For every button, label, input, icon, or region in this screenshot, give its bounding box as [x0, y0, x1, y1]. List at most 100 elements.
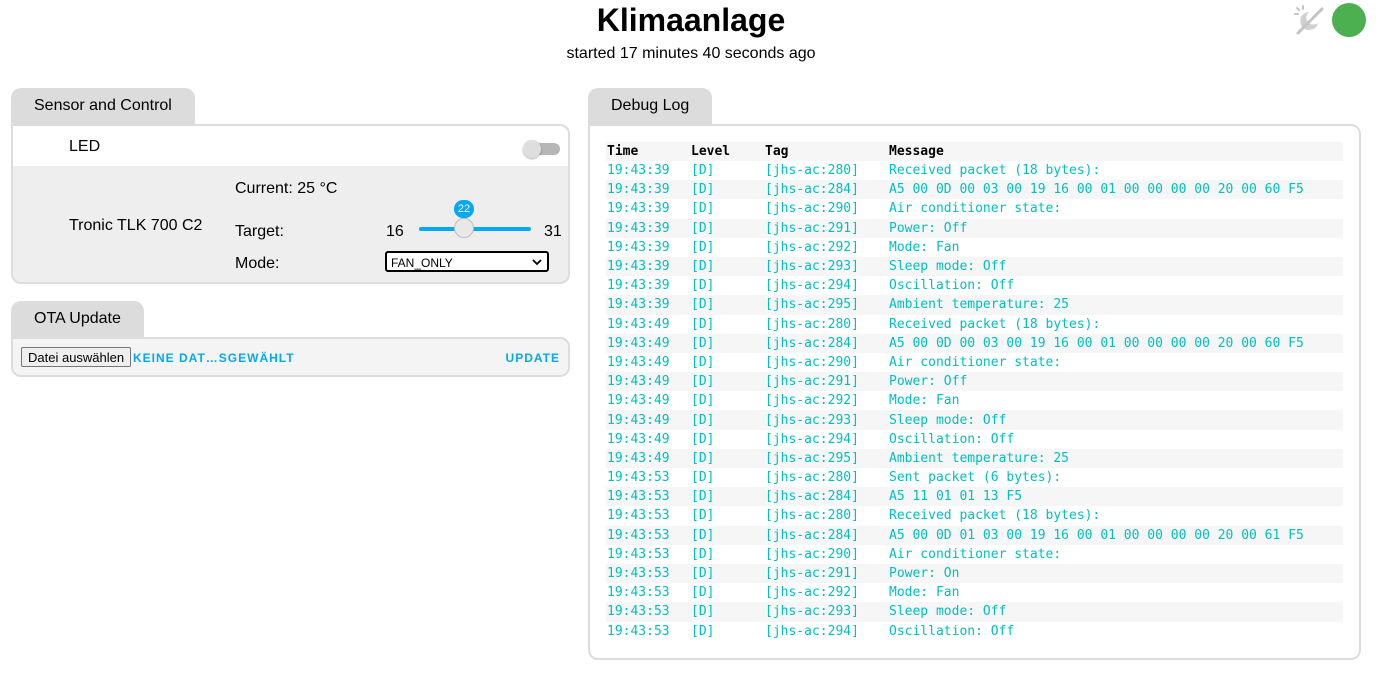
- log-level: [D]: [691, 220, 715, 236]
- tab-label: Sensor and Control: [34, 97, 172, 114]
- log-level: [D]: [691, 566, 715, 582]
- slider-min-label: 16: [386, 223, 404, 240]
- log-tag: [jhs-ac:290]: [765, 201, 859, 217]
- log-body: 19:43:39 [D] [jhs-ac:280] Received packet (…: [606, 161, 1343, 641]
- log-time: 19:43:53: [607, 604, 670, 620]
- log-tag: [jhs-ac:290]: [765, 354, 859, 370]
- log-row: 19:43:39 [D] [jhs-ac:284] A5 00 0D 00 03 00…: [606, 180, 1343, 200]
- log-message: Sleep mode: Off: [889, 412, 1007, 428]
- log-row: 19:43:53 [D] [jhs-ac:290] Air conditioner s…: [606, 545, 1343, 564]
- mode-select[interactable]: FAN_ONLY: [385, 251, 549, 272]
- log-row: 19:43:39 [D] [jhs-ac:280] Received packet (…: [606, 161, 1343, 180]
- log-tag: [jhs-ac:290]: [765, 546, 859, 562]
- log-message: A5 00 0D 01 03 00 19 16 00 01 00 00 00 0…: [889, 527, 1304, 543]
- log-time: 19:43:53: [607, 566, 670, 582]
- log-tag: [jhs-ac:294]: [765, 431, 859, 447]
- log-message: Oscillation: Off: [889, 623, 1015, 639]
- tab-debug-log: Debug Log: [588, 88, 713, 126]
- log-tag: [jhs-ac:295]: [765, 297, 859, 313]
- log-tag: [jhs-ac:293]: [765, 412, 859, 428]
- log-row: 19:43:53 [D] [jhs-ac:291] Power: On: [606, 563, 1343, 584]
- log-level: [D]: [691, 470, 715, 486]
- update-button[interactable]: UPDATE: [506, 351, 560, 365]
- log-message: Mode: Fan: [889, 239, 960, 255]
- log-tag: [jhs-ac:291]: [765, 566, 859, 582]
- log-tag: [jhs-ac:291]: [765, 374, 859, 390]
- log-header-row: Time Level Tag Message: [606, 142, 1343, 161]
- log-tag: [jhs-ac:284]: [765, 527, 859, 543]
- log-time: 19:43:53: [607, 527, 670, 543]
- log-row: 19:43:49 [D] [jhs-ac:290] Air conditioner s…: [606, 353, 1343, 372]
- log-row: 19:43:49 [D] [jhs-ac:295] Ambient temperatu…: [606, 448, 1343, 468]
- log-message: Ambient temperature: 25: [889, 297, 1070, 313]
- log-row: 19:43:49 [D] [jhs-ac:291] Power: Off: [606, 372, 1343, 392]
- log-message: Power: On: [889, 566, 960, 582]
- log-message: Mode: Fan: [889, 585, 960, 601]
- log-level: [D]: [691, 508, 715, 524]
- current-temperature: Current: 25 °C: [235, 180, 338, 197]
- log-level: [D]: [691, 201, 715, 217]
- log-time: 19:43:39: [607, 182, 670, 198]
- led-toggle[interactable]: [523, 139, 560, 158]
- column-header: Time: [607, 144, 639, 159]
- tab-label: Debug Log: [611, 97, 690, 114]
- ota-form: Datei auswählen KEINE DAT…SGEWÄHLT UPDAT…: [13, 339, 568, 375]
- log-message: Mode: Fan: [889, 393, 960, 409]
- log-row: 19:43:53 [D] [jhs-ac:294] Oscillation: Off: [606, 622, 1343, 641]
- log-row: 19:43:49 [D] [jhs-ac:293] Sleep mode: Off: [606, 410, 1343, 430]
- log-message: Sleep mode: Off: [889, 259, 1007, 275]
- log-tag: [jhs-ac:284]: [765, 182, 859, 198]
- log-level: [D]: [691, 450, 715, 466]
- log-message: Received packet (18 bytes):: [889, 508, 1101, 524]
- log-tag: [jhs-ac:280]: [765, 508, 859, 524]
- log-time: 19:43:39: [607, 278, 670, 294]
- log-time: 19:43:39: [607, 220, 670, 236]
- tab-label: OTA Update: [34, 310, 121, 327]
- log-time: 19:43:39: [607, 297, 670, 313]
- target-slider-track[interactable]: [419, 227, 531, 231]
- log-row: 19:43:53 [D] [jhs-ac:293] Sleep mode: Off: [606, 602, 1343, 622]
- chevron-down-icon: [532, 259, 542, 266]
- log-level: [D]: [691, 527, 715, 543]
- log-time: 19:43:39: [607, 163, 670, 179]
- log-level: [D]: [691, 335, 715, 351]
- log-level: [D]: [691, 374, 715, 390]
- log-row: 19:43:53 [D] [jhs-ac:280] Sent packet (6 by…: [606, 468, 1343, 487]
- log-level: [D]: [691, 585, 715, 601]
- log-tag: [jhs-ac:292]: [765, 585, 859, 601]
- log-tag: [jhs-ac:294]: [765, 278, 859, 294]
- tab-ota-update: OTA Update: [11, 301, 144, 339]
- climate-name: Tronic TLK 700 C2: [69, 217, 203, 234]
- choose-file-button[interactable]: Datei auswählen: [21, 347, 132, 367]
- log-tag: [jhs-ac:293]: [765, 604, 859, 620]
- log-row: 19:43:39 [D] [jhs-ac:293] Sleep mode: Off: [606, 256, 1343, 277]
- log-time: 19:43:53: [607, 585, 670, 601]
- toggle-knob: [523, 140, 541, 158]
- target-slider-thumb[interactable]: [454, 218, 474, 238]
- log-row: 19:43:49 [D] [jhs-ac:292] Mode: Fan: [606, 391, 1343, 410]
- slider-value-bubble: 22: [454, 200, 474, 220]
- page-title: Klimaanlage: [596, 2, 786, 38]
- log-level: [D]: [691, 489, 715, 505]
- log-message: A5 00 0D 00 03 00 19 16 00 01 00 00 00 0…: [889, 335, 1304, 351]
- log-time: 19:43:39: [607, 259, 670, 275]
- debug-log-scroll[interactable]: Time Level Tag Message 19:43:39 [D] [jhs-a…: [606, 142, 1343, 641]
- log-time: 19:43:39: [607, 239, 670, 255]
- log-level: [D]: [691, 239, 715, 255]
- weather-night-off-icon[interactable]: [1292, 3, 1326, 37]
- log-time: 19:43:53: [607, 489, 670, 505]
- log-level: [D]: [691, 182, 715, 198]
- log-time: 19:43:49: [607, 316, 670, 332]
- log-message: Power: Off: [889, 220, 968, 236]
- uptime-text: started 17 minutes 40 seconds ago: [566, 45, 816, 62]
- log-time: 19:43:49: [607, 335, 670, 351]
- log-tag: [jhs-ac:280]: [765, 163, 859, 179]
- column-header: Tag: [765, 144, 789, 159]
- column-header: Message: [889, 144, 944, 159]
- log-time: 19:43:49: [607, 354, 670, 370]
- log-level: [D]: [691, 623, 715, 639]
- log-level: [D]: [691, 604, 715, 620]
- log-message: Received packet (18 bytes):: [889, 163, 1101, 179]
- log-time: 19:43:49: [607, 431, 670, 447]
- log-message: A5 11 01 01 13 F5: [889, 489, 1023, 505]
